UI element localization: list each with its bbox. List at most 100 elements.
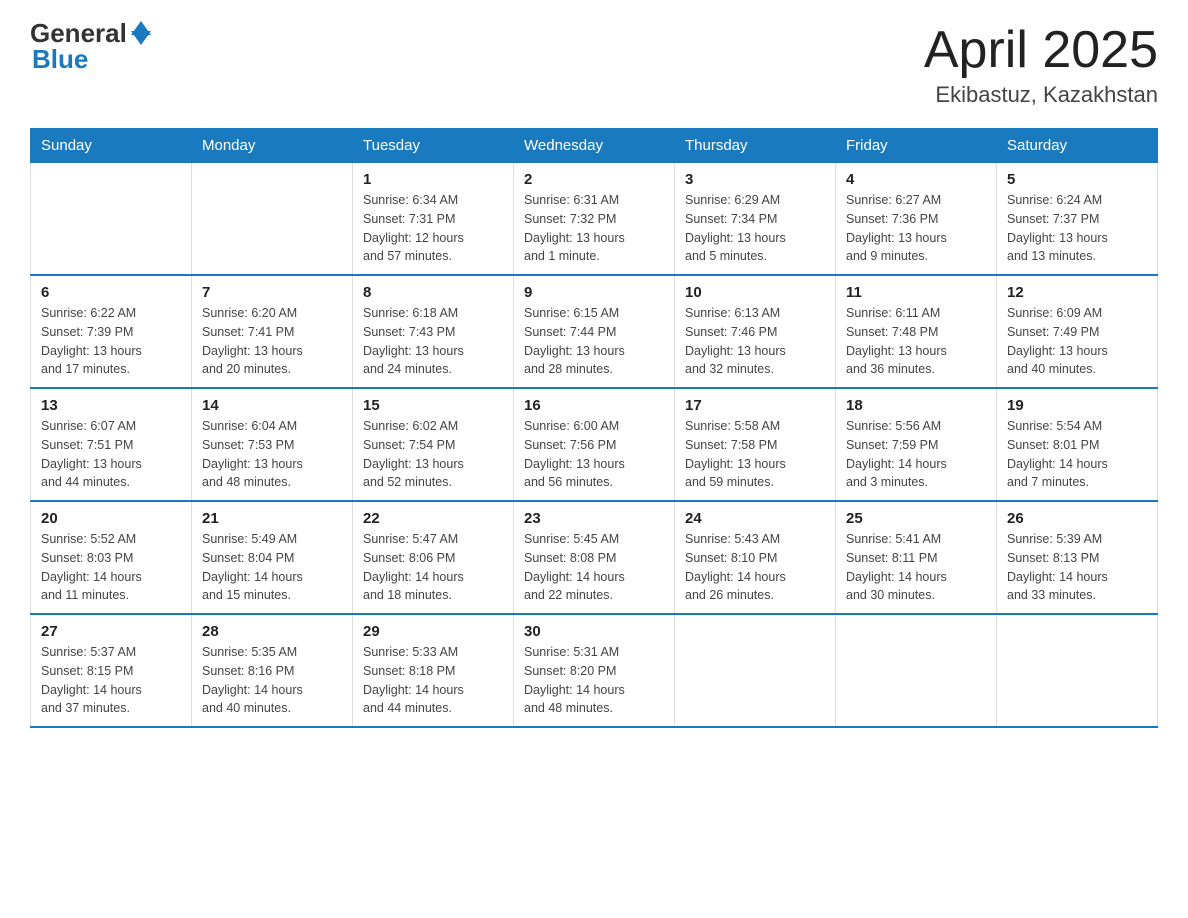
day-info: Sunrise: 6:00 AM Sunset: 7:56 PM Dayligh… <box>524 417 664 492</box>
day-number: 5 <box>1007 171 1147 188</box>
calendar-cell: 27 Sunrise: 5:37 AM Sunset: 8:15 PM Dayli… <box>31 614 192 727</box>
day-number: 4 <box>846 171 986 188</box>
calendar-cell: 8 Sunrise: 6:18 AM Sunset: 7:43 PM Daylig… <box>353 275 514 388</box>
day-number: 20 <box>41 510 181 527</box>
header-wednesday: Wednesday <box>514 129 675 163</box>
day-info: Sunrise: 5:45 AM Sunset: 8:08 PM Dayligh… <box>524 530 664 605</box>
day-info: Sunrise: 5:39 AM Sunset: 8:13 PM Dayligh… <box>1007 530 1147 605</box>
calendar-cell: 25 Sunrise: 5:41 AM Sunset: 8:11 PM Dayli… <box>836 501 997 614</box>
calendar-cell: 6 Sunrise: 6:22 AM Sunset: 7:39 PM Daylig… <box>31 275 192 388</box>
calendar-cell: 28Sunrise: 5:35 AM Sunset: 8:16 PM Dayli… <box>192 614 353 727</box>
calendar-cell: 11 Sunrise: 6:11 AM Sunset: 7:48 PM Dayli… <box>836 275 997 388</box>
day-info: Sunrise: 6:11 AM Sunset: 7:48 PM Dayligh… <box>846 304 986 379</box>
day-number: 11 <box>846 284 986 301</box>
calendar-cell <box>836 614 997 727</box>
week-row-2: 6 Sunrise: 6:22 AM Sunset: 7:39 PM Daylig… <box>31 275 1158 388</box>
month-title: April 2025 <box>924 20 1158 80</box>
day-number: 26 <box>1007 510 1147 527</box>
calendar-cell: 16 Sunrise: 6:00 AM Sunset: 7:56 PM Dayli… <box>514 388 675 501</box>
day-info: Sunrise: 6:07 AM Sunset: 7:51 PM Dayligh… <box>41 417 181 492</box>
day-number: 16 <box>524 397 664 414</box>
location-text: Ekibastuz, Kazakhstan <box>924 82 1158 108</box>
calendar-cell: 22 Sunrise: 5:47 AM Sunset: 8:06 PM Dayli… <box>353 501 514 614</box>
day-number: 24 <box>685 510 825 527</box>
logo-general-text: General <box>30 20 127 46</box>
day-number: 17 <box>685 397 825 414</box>
header-saturday: Saturday <box>997 129 1158 163</box>
header-friday: Friday <box>836 129 997 163</box>
calendar-cell: 18Sunrise: 5:56 AM Sunset: 7:59 PM Dayli… <box>836 388 997 501</box>
day-number: 21 <box>202 510 342 527</box>
day-number: 1 <box>363 171 503 188</box>
calendar-cell <box>192 163 353 276</box>
day-number: 18 <box>846 397 986 414</box>
day-info: Sunrise: 5:35 AM Sunset: 8:16 PM Dayligh… <box>202 643 342 718</box>
calendar-cell: 20 Sunrise: 5:52 AM Sunset: 8:03 PM Dayli… <box>31 501 192 614</box>
day-info: Sunrise: 6:02 AM Sunset: 7:54 PM Dayligh… <box>363 417 503 492</box>
calendar-cell: 26 Sunrise: 5:39 AM Sunset: 8:13 PM Dayli… <box>997 501 1158 614</box>
day-number: 2 <box>524 171 664 188</box>
day-info: Sunrise: 6:22 AM Sunset: 7:39 PM Dayligh… <box>41 304 181 379</box>
day-info: Sunrise: 6:24 AM Sunset: 7:37 PM Dayligh… <box>1007 191 1147 266</box>
day-info: Sunrise: 5:41 AM Sunset: 8:11 PM Dayligh… <box>846 530 986 605</box>
calendar-cell <box>997 614 1158 727</box>
title-area: April 2025 Ekibastuz, Kazakhstan <box>924 20 1158 108</box>
day-number: 9 <box>524 284 664 301</box>
day-info: Sunrise: 6:04 AM Sunset: 7:53 PM Dayligh… <box>202 417 342 492</box>
day-info: Sunrise: 6:09 AM Sunset: 7:49 PM Dayligh… <box>1007 304 1147 379</box>
day-number: 25 <box>846 510 986 527</box>
calendar-cell: 3 Sunrise: 6:29 AM Sunset: 7:34 PM Daylig… <box>675 163 836 276</box>
logo-block: General Blue <box>30 20 151 72</box>
day-number: 8 <box>363 284 503 301</box>
day-info: Sunrise: 5:58 AM Sunset: 7:58 PM Dayligh… <box>685 417 825 492</box>
calendar-cell: 13 Sunrise: 6:07 AM Sunset: 7:51 PM Dayli… <box>31 388 192 501</box>
week-row-3: 13 Sunrise: 6:07 AM Sunset: 7:51 PM Dayli… <box>31 388 1158 501</box>
calendar-cell: 19Sunrise: 5:54 AM Sunset: 8:01 PM Dayli… <box>997 388 1158 501</box>
day-info: Sunrise: 5:54 AM Sunset: 8:01 PM Dayligh… <box>1007 417 1147 492</box>
day-number: 23 <box>524 510 664 527</box>
day-info: Sunrise: 5:43 AM Sunset: 8:10 PM Dayligh… <box>685 530 825 605</box>
day-info: Sunrise: 5:33 AM Sunset: 8:18 PM Dayligh… <box>363 643 503 718</box>
calendar-cell: 9 Sunrise: 6:15 AM Sunset: 7:44 PM Daylig… <box>514 275 675 388</box>
header-monday: Monday <box>192 129 353 163</box>
day-info: Sunrise: 6:20 AM Sunset: 7:41 PM Dayligh… <box>202 304 342 379</box>
calendar-cell: 5 Sunrise: 6:24 AM Sunset: 7:37 PM Daylig… <box>997 163 1158 276</box>
day-number: 22 <box>363 510 503 527</box>
day-info: Sunrise: 5:37 AM Sunset: 8:15 PM Dayligh… <box>41 643 181 718</box>
day-info: Sunrise: 6:13 AM Sunset: 7:46 PM Dayligh… <box>685 304 825 379</box>
calendar-cell <box>31 163 192 276</box>
day-info: Sunrise: 5:47 AM Sunset: 8:06 PM Dayligh… <box>363 530 503 605</box>
day-info: Sunrise: 6:29 AM Sunset: 7:34 PM Dayligh… <box>685 191 825 266</box>
day-info: Sunrise: 6:27 AM Sunset: 7:36 PM Dayligh… <box>846 191 986 266</box>
page-header: General Blue April 2025 Ekibastuz, Kazak… <box>30 20 1158 108</box>
logo-blue-text: Blue <box>32 44 88 74</box>
day-info: Sunrise: 6:15 AM Sunset: 7:44 PM Dayligh… <box>524 304 664 379</box>
day-number: 6 <box>41 284 181 301</box>
week-row-5: 27 Sunrise: 5:37 AM Sunset: 8:15 PM Dayli… <box>31 614 1158 727</box>
day-info: Sunrise: 5:52 AM Sunset: 8:03 PM Dayligh… <box>41 530 181 605</box>
day-info: Sunrise: 5:49 AM Sunset: 8:04 PM Dayligh… <box>202 530 342 605</box>
logo: General Blue <box>30 20 151 72</box>
calendar-cell: 10 Sunrise: 6:13 AM Sunset: 7:46 PM Dayli… <box>675 275 836 388</box>
calendar-header-row: SundayMondayTuesdayWednesdayThursdayFrid… <box>31 129 1158 163</box>
calendar-cell: 4 Sunrise: 6:27 AM Sunset: 7:36 PM Daylig… <box>836 163 997 276</box>
day-info: Sunrise: 6:18 AM Sunset: 7:43 PM Dayligh… <box>363 304 503 379</box>
day-number: 10 <box>685 284 825 301</box>
day-number: 12 <box>1007 284 1147 301</box>
calendar-cell: 1 Sunrise: 6:34 AM Sunset: 7:31 PM Daylig… <box>353 163 514 276</box>
calendar-cell: 12 Sunrise: 6:09 AM Sunset: 7:49 PM Dayli… <box>997 275 1158 388</box>
day-number: 13 <box>41 397 181 414</box>
day-number: 27 <box>41 623 181 640</box>
day-number: 3 <box>685 171 825 188</box>
calendar-cell: 23 Sunrise: 5:45 AM Sunset: 8:08 PM Dayli… <box>514 501 675 614</box>
day-info: Sunrise: 6:31 AM Sunset: 7:32 PM Dayligh… <box>524 191 664 266</box>
day-number: 15 <box>363 397 503 414</box>
calendar-cell: 24 Sunrise: 5:43 AM Sunset: 8:10 PM Dayli… <box>675 501 836 614</box>
day-number: 29 <box>363 623 503 640</box>
day-number: 30 <box>524 623 664 640</box>
day-number: 14 <box>202 397 342 414</box>
calendar-cell: 21 Sunrise: 5:49 AM Sunset: 8:04 PM Dayli… <box>192 501 353 614</box>
calendar-cell: 17 Sunrise: 5:58 AM Sunset: 7:58 PM Dayli… <box>675 388 836 501</box>
day-info: Sunrise: 6:34 AM Sunset: 7:31 PM Dayligh… <box>363 191 503 266</box>
calendar-cell: 29 Sunrise: 5:33 AM Sunset: 8:18 PM Dayli… <box>353 614 514 727</box>
